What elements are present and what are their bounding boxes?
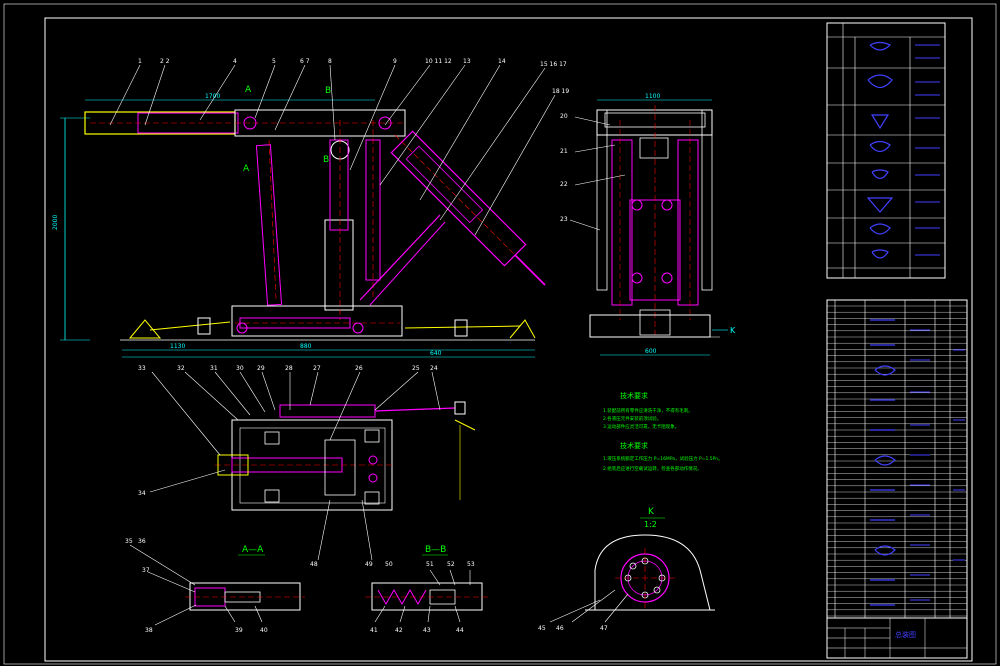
callout-18-19: 18 19 [552, 88, 569, 95]
callout-33: 33 [138, 365, 146, 372]
dim-side-width: 1100 [645, 93, 660, 100]
callout-38: 38 [145, 627, 153, 634]
callout-49: 49 [365, 561, 373, 568]
section-aa: A—A 35 36 37 38 39 40 [125, 538, 305, 634]
front-view: 2000 1700 1130 880 640 A A B B 1 2 2 4 5… [52, 58, 569, 358]
section-a-top: A [245, 85, 252, 95]
callout-4: 4 [233, 58, 237, 65]
dim-base3: 640 [430, 350, 442, 357]
title-block: 总装图 [826, 617, 968, 659]
dim-base1: 1130 [170, 343, 185, 350]
callout-43: 43 [423, 627, 431, 634]
k-marker: K [730, 326, 736, 335]
detail-k-title: K [648, 507, 655, 517]
notes-line-1-1: 1.装配前所有零件应清洗干净，不得有毛刺。 [603, 407, 693, 414]
sheet-border [3, 3, 997, 665]
section-b-top: B [325, 86, 331, 96]
callout-45: 45 [538, 625, 546, 632]
section-aa-title: A—A [242, 545, 264, 555]
section-bb: B—B 41 42 43 44 51 52 53 [365, 545, 490, 634]
section-b-bottom: B [323, 155, 329, 165]
technical-notes: 技术要求 1.装配前所有零件应清洗干净，不得有毛刺。 2.各液压元件安装前须试验… [603, 391, 723, 472]
callout-46: 46 [556, 625, 564, 632]
brace [359, 214, 441, 301]
callout-8: 8 [328, 58, 332, 65]
section-bb-title: B—B [425, 545, 446, 555]
dim-height: 2000 [52, 215, 59, 230]
callout-14: 14 [498, 58, 506, 65]
callout-34: 34 [138, 490, 146, 497]
callout-42: 42 [395, 627, 403, 634]
callout-15-17: 15 16 17 [540, 61, 567, 68]
callout-1: 1 [138, 58, 142, 65]
callout-37: 37 [142, 567, 150, 574]
callout-44: 44 [456, 627, 464, 634]
callout-41: 41 [370, 627, 378, 634]
notes-line-2-2: 2.组装后应进行空载试运转，检查各部动作情况。 [603, 465, 702, 472]
callout-27: 27 [313, 365, 321, 372]
base-frame [231, 305, 403, 337]
dim-top-width: 1700 [205, 93, 220, 100]
notes-line-1-3: 3.运动部件应灵活可靠，无卡阻现象。 [603, 423, 679, 430]
callout-51: 51 [426, 561, 434, 568]
callout-52: 52 [447, 561, 455, 568]
callout-21: 21 [560, 148, 568, 155]
detail-k: K 1:2 45 46 47 [538, 507, 715, 632]
detail-k-scale: 1:2 [644, 520, 657, 529]
notes-line-2-1: 1.液压系统额定工作压力 P=16MPa，试验压力 P=1.5Pn。 [603, 455, 723, 462]
callout-30: 30 [236, 365, 244, 372]
dim-side-base: 600 [645, 348, 657, 355]
notes-line-1-2: 2.各液压元件安装前须试验。 [603, 415, 661, 422]
notes-title-1: 技术要求 [620, 391, 648, 400]
plan-view: 33 32 31 30 29 28 27 26 25 24 34 48 49 5… [138, 365, 476, 568]
column-left [255, 144, 283, 306]
upper-parts-table [826, 22, 946, 279]
callout-6-7: 6 7 [300, 58, 310, 65]
callout-24: 24 [430, 365, 438, 372]
callout-2: 2 2 [160, 58, 170, 65]
callout-5: 5 [272, 58, 276, 65]
callout-35: 35 [125, 538, 133, 545]
callout-48: 48 [310, 561, 318, 568]
dim-base2: 880 [300, 343, 312, 350]
drawing-svg: 2000 1700 1130 880 640 A A B B 1 2 2 4 5… [3, 3, 997, 665]
callout-20: 20 [560, 113, 568, 120]
notes-title-2: 技术要求 [620, 441, 648, 450]
callout-36: 36 [138, 538, 146, 545]
callout-28: 28 [285, 365, 293, 372]
callout-29: 29 [257, 365, 265, 372]
callout-26: 26 [355, 365, 363, 372]
side-view: 1100 600 K 20 21 22 23 [560, 93, 736, 356]
callout-53: 53 [467, 561, 475, 568]
outer-frame [44, 17, 973, 662]
callout-31: 31 [210, 365, 218, 372]
title-block-label: 总装图 [895, 630, 916, 639]
callout-32: 32 [177, 365, 185, 372]
callout-22: 22 [560, 181, 568, 188]
callout-13: 13 [463, 58, 471, 65]
callout-39: 39 [235, 627, 243, 634]
callout-47: 47 [600, 625, 608, 632]
callout-10-12: 10 11 12 [425, 58, 452, 65]
callout-50: 50 [385, 561, 393, 568]
callout-23: 23 [560, 216, 568, 223]
lower-parts-table [826, 299, 968, 619]
callout-40: 40 [260, 627, 268, 634]
callout-9: 9 [393, 58, 397, 65]
section-a-bottom: A [243, 164, 250, 174]
callout-25: 25 [412, 365, 420, 372]
cad-drawing-canvas: 2000 1700 1130 880 640 A A B B 1 2 2 4 5… [0, 0, 1000, 666]
column-center [324, 219, 354, 311]
